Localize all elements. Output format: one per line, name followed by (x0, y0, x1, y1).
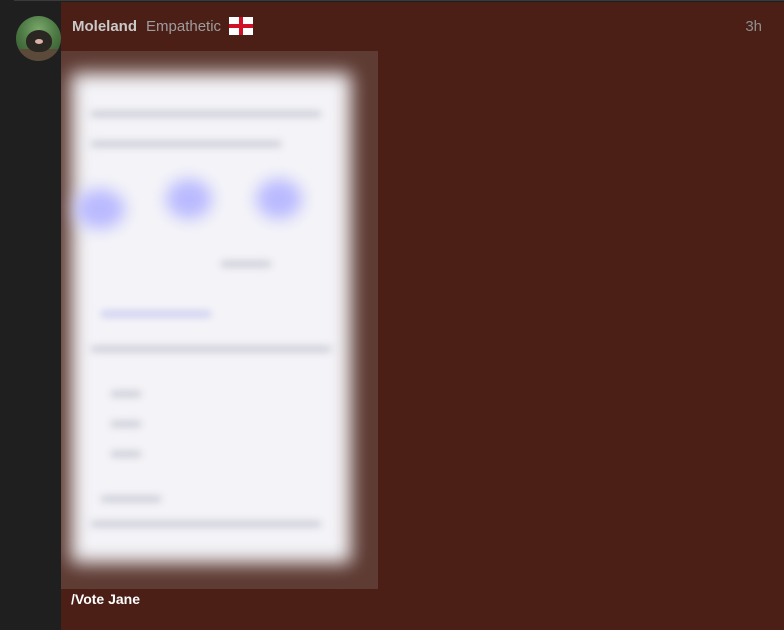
england-flag-icon (229, 17, 254, 35)
blurred-text-line (221, 261, 271, 267)
post-body-text: /Vote Jane (71, 591, 140, 607)
flag-cross-horizontal (229, 24, 254, 28)
blurred-text-line (91, 111, 321, 117)
blurred-avatar (75, 189, 125, 229)
post-header: Moleland Empathetic 3h (72, 15, 762, 37)
blurred-text-line (101, 496, 161, 502)
post-timestamp[interactable]: 3h (745, 18, 762, 35)
avatar[interactable] (16, 16, 61, 61)
blurred-text-line (91, 521, 321, 527)
blurred-avatar (256, 179, 302, 219)
blurred-text-line (111, 421, 141, 427)
top-divider (14, 0, 784, 1)
post-card: Moleland Empathetic 3h /Vote Jane (61, 2, 784, 630)
username-link[interactable]: Moleland (72, 18, 137, 35)
blurred-text-line (91, 141, 281, 147)
user-flair: Empathetic (146, 17, 222, 35)
blurred-text-line (111, 391, 141, 397)
mole-icon (26, 30, 52, 52)
blurred-link (101, 311, 211, 317)
image-attachment[interactable] (61, 51, 378, 589)
blurred-text-line (111, 451, 141, 457)
blurred-divider (91, 346, 331, 352)
blurred-avatar (166, 179, 212, 219)
